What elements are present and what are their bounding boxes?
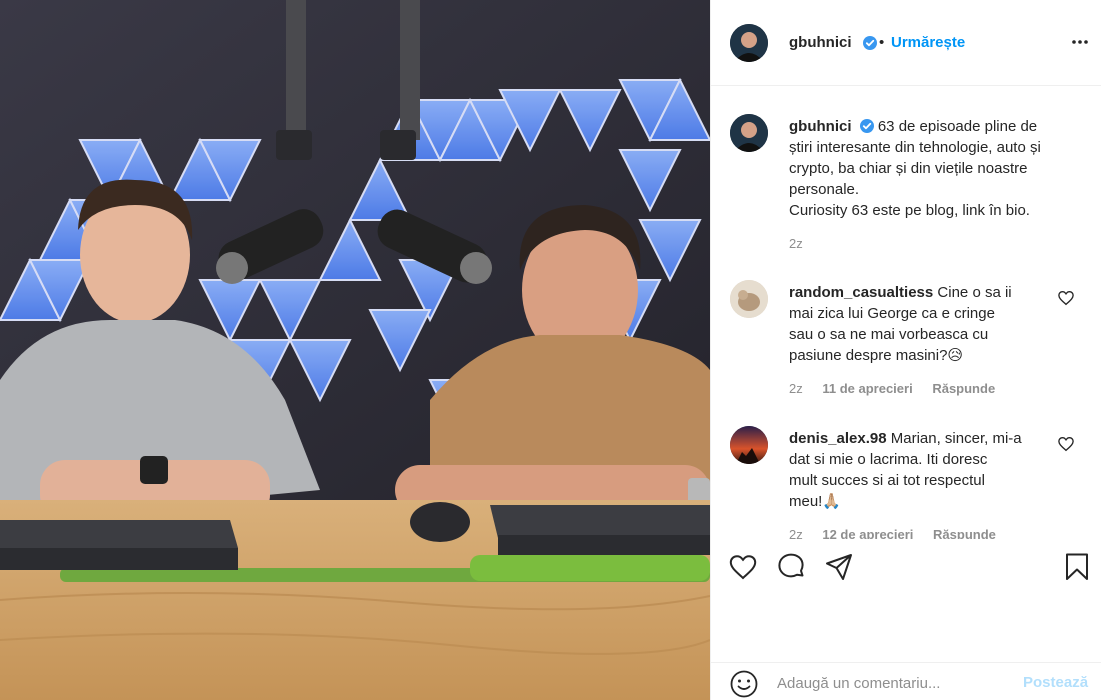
post-side-panel: gbuhnici • Urmărește gbuhnici 63 de epis… <box>710 0 1101 700</box>
comment-line-2: mai zica lui George ca e cringe <box>789 305 995 322</box>
caption-text: gbuhnici 63 de episoade pline de știri i… <box>789 116 1061 221</box>
verified-badge-icon <box>859 119 874 133</box>
comment-input[interactable] <box>777 669 1017 697</box>
comment-likes[interactable]: 12 de aprecieri <box>822 527 913 539</box>
comment-username[interactable]: random_casualtiess <box>789 284 933 301</box>
action-bar <box>711 539 1101 595</box>
bookmark-icon[interactable] <box>1061 551 1093 583</box>
comment-line-3: sau o sa ne mai vorbeasca cu <box>789 326 989 343</box>
more-options-icon[interactable] <box>1068 30 1092 54</box>
comment-line-4: pasiune despre masini?😥 <box>789 347 964 364</box>
caption-time[interactable]: 2z <box>789 236 803 251</box>
caption-line-1: 63 de episoade pline de <box>877 118 1038 135</box>
comment-line-3: mult succes si ai tot respectul <box>789 472 985 489</box>
like-comment-heart-icon[interactable] <box>1057 435 1075 453</box>
comment-line-1: Marian, sincer, mi-a <box>890 430 1022 447</box>
comments-list[interactable]: gbuhnici 63 de episoade pline de știri i… <box>711 87 1101 539</box>
comment-avatar-image <box>730 280 768 318</box>
comment-text: random_casualtiess Cine o sa ii mai zica… <box>789 282 1061 366</box>
caption-line-5: Curiosity 63 este pe blog, link în bio. <box>789 202 1030 219</box>
post-photo[interactable] <box>0 0 710 700</box>
post-header: gbuhnici • Urmărește <box>711 0 1101 86</box>
comment-text: denis_alex.98 Marian, sincer, mi-a dat s… <box>789 428 1061 512</box>
follow-button[interactable]: Urmărește <box>891 34 965 51</box>
caption-line-2: știri interesante din tehnologie, auto ș… <box>789 139 1041 156</box>
add-comment-bar: Postează <box>711 662 1101 700</box>
comment-icon[interactable] <box>775 551 807 583</box>
comment-username[interactable]: denis_alex.98 <box>789 430 887 447</box>
comment-avatar-image <box>730 426 768 464</box>
author-avatar[interactable] <box>730 24 768 62</box>
smiley-icon[interactable] <box>729 669 759 699</box>
header-separator: • <box>879 34 885 51</box>
comment-line-4: meu!🙏🏼 <box>789 493 842 510</box>
caption-line-3: crypto, ba chiar și din viețile noastre <box>789 160 1028 177</box>
verified-badge-icon <box>863 36 877 50</box>
share-icon[interactable] <box>823 551 855 583</box>
comment-avatar[interactable] <box>730 426 768 464</box>
post-photo-illustration <box>0 0 710 700</box>
comment-line-2: dat si mie o lacrima. Iti doresc <box>789 451 988 468</box>
caption-avatar-image <box>730 114 768 152</box>
like-comment-heart-icon[interactable] <box>1057 289 1075 307</box>
comment-line-1: Cine o sa ii <box>937 284 1012 301</box>
reply-button[interactable]: Răspunde <box>932 381 995 396</box>
caption-avatar[interactable] <box>730 114 768 152</box>
caption-meta: 2z <box>789 236 819 251</box>
author-avatar-image <box>730 24 768 62</box>
heart-icon[interactable] <box>727 551 759 583</box>
comment-meta: 2z 12 de aprecieri Răspunde <box>789 527 1012 539</box>
comment-meta: 2z 11 de aprecieri Răspunde <box>789 381 1011 396</box>
caption-line-4: personale. <box>789 181 860 198</box>
comment-time[interactable]: 2z <box>789 381 803 396</box>
comment-likes[interactable]: 11 de aprecieri <box>822 381 912 396</box>
caption-username[interactable]: gbuhnici <box>789 118 852 135</box>
post-comment-button[interactable]: Postează <box>1023 674 1088 691</box>
reply-button[interactable]: Răspunde <box>933 527 996 539</box>
author-username[interactable]: gbuhnici <box>789 34 852 51</box>
comment-avatar[interactable] <box>730 280 768 318</box>
comment-time[interactable]: 2z <box>789 527 803 539</box>
